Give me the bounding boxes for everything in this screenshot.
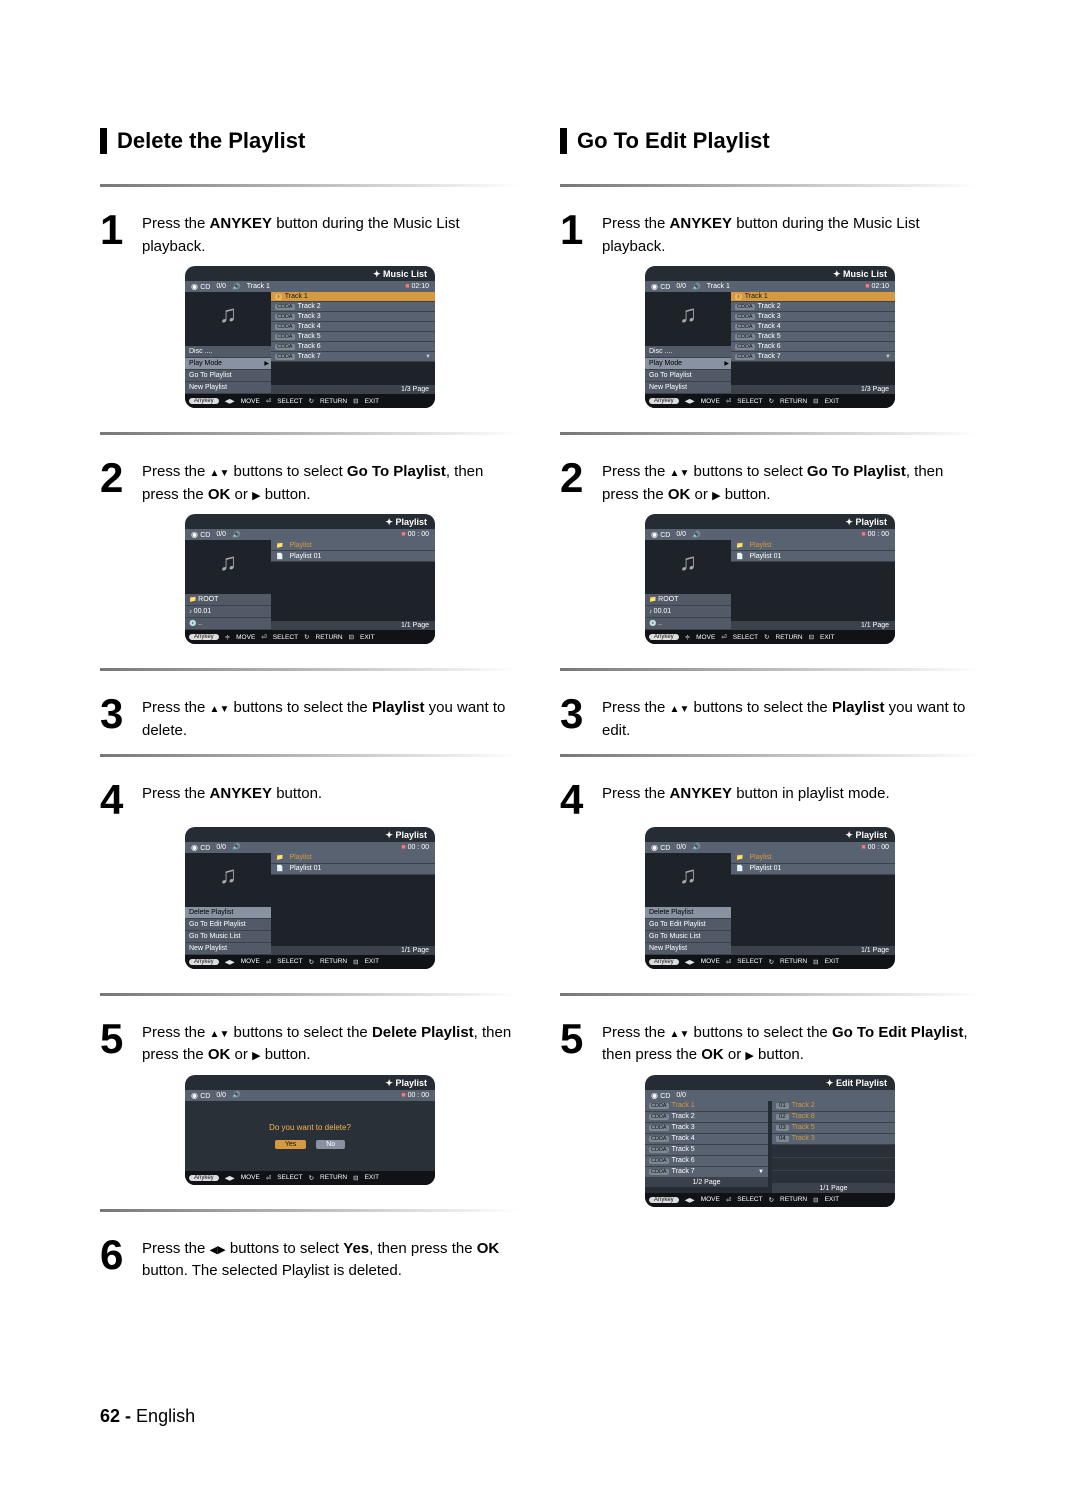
step-number: 1 (100, 211, 132, 258)
menu-goto: Go To Playlist (185, 370, 271, 382)
step-1-left: 1 Press the ANYKEY button during the Mus… (100, 211, 520, 258)
step-6-left: 6 Press the buttons to select Yes, then … (100, 1236, 520, 1283)
mock-music-list-r: Music List CD 0/0 Track 1 02:10 ♫ Disc .… (645, 266, 895, 408)
dialog-no-button[interactable]: No (316, 1140, 345, 1149)
divider (100, 432, 520, 435)
mock-status-bar: CD 0/0 Track 1 02:10 (185, 281, 435, 292)
mock-title: Music List (185, 266, 435, 281)
step-3-left: 3 Press the buttons to select the Playli… (100, 695, 520, 742)
mock-edit-playlist: Edit Playlist CD 0/0 CDDATrack 1 CDDATra… (645, 1075, 895, 1207)
up-icon (210, 463, 220, 480)
page-footer: 62 - English (100, 1406, 195, 1427)
menu-playmode: Play Mode▶ (185, 358, 271, 370)
step-2-left: 2 Press the buttons to select Go To Play… (100, 459, 520, 506)
mock-delete-dialog: Playlist CD 0/0 00 : 00 Do you want to d… (185, 1075, 435, 1185)
dialog-question: Do you want to delete? (240, 1123, 380, 1132)
mock-anykey-menu-r: Playlist CD 0/0 00 : 00 ♫ Delete Playlis… (645, 827, 895, 969)
step-1-right: 1 Press the ANYKEY button during the Mus… (560, 211, 980, 258)
step-5-left: 5 Press the buttons to select the Delete… (100, 1020, 520, 1067)
mock-playlist-r: Playlist CD 0/0 00 : 00 ♫ ROOT 00.01 .. … (645, 514, 895, 644)
track-row: ♪Track 1 (271, 292, 435, 302)
page-indicator: 1/3 Page (271, 385, 435, 394)
divider (100, 184, 520, 187)
music-note-icon: ♫ (185, 292, 271, 338)
mock-footer: Anykey ◀▶MOVE ⏎SELECT ↻RETURN ⊟EXIT (185, 394, 435, 408)
right-icon (252, 486, 260, 503)
mock-playlist: Playlist CD 0/0 00 : 00 ♫ ROOT 00.01 .. … (185, 514, 435, 644)
menu-disc: Disc .... (185, 346, 271, 358)
dialog-yes-button[interactable]: Yes (275, 1140, 306, 1149)
down-icon (219, 463, 229, 480)
step-text: Press the ANYKEY button during the Music… (142, 211, 520, 258)
heading-delete-playlist: Delete the Playlist (100, 128, 520, 154)
step-4-left: 4 Press the ANYKEY button. (100, 781, 520, 819)
step-3-right: 3 Press the buttons to select the Playli… (560, 695, 980, 742)
heading-goto-edit: Go To Edit Playlist (560, 128, 980, 154)
step-5-right: 5 Press the buttons to select the Go To … (560, 1020, 980, 1067)
step-2-right: 2 Press the buttons to select Go To Play… (560, 459, 980, 506)
mock-music-list: Music List CD 0/0 Track 1 02:10 ♫ Disc .… (185, 266, 435, 408)
menu-newpl: New Playlist (185, 382, 271, 394)
mock-anykey-menu: Playlist CD 0/0 00 : 00 ♫ Delete Playlis… (185, 827, 435, 969)
step-4-right: 4 Press the ANYKEY button in playlist mo… (560, 781, 980, 819)
